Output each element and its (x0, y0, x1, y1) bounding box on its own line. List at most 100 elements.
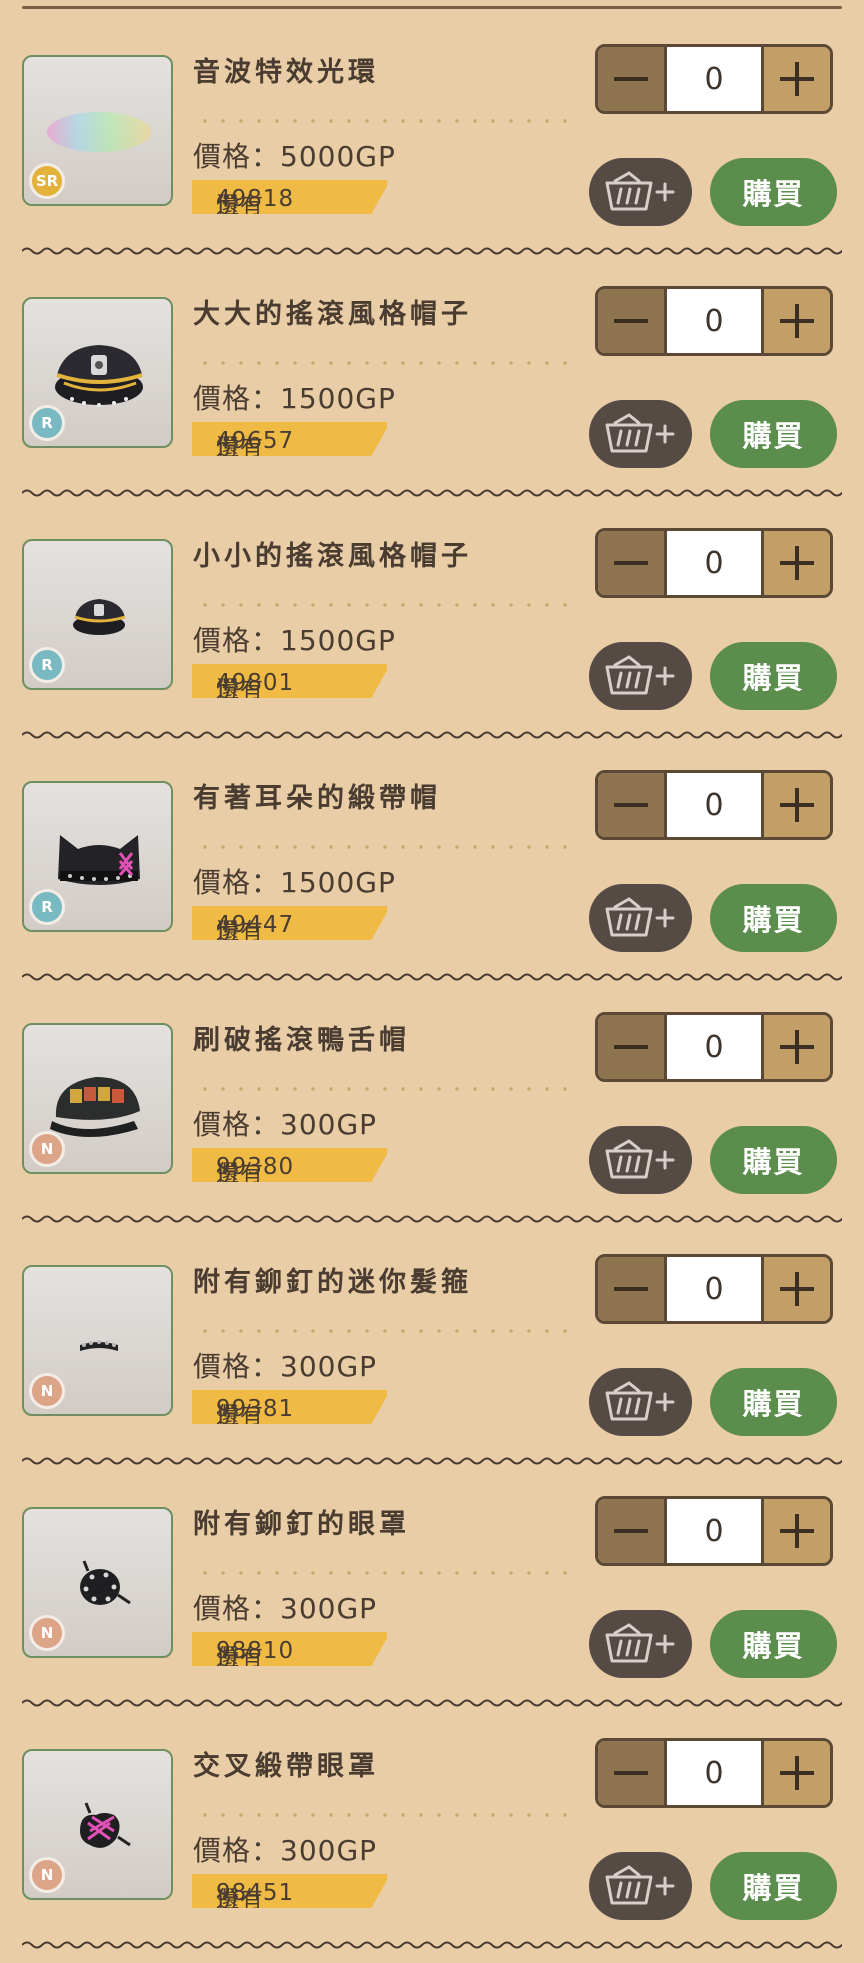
decrease-button[interactable] (598, 773, 667, 837)
decrease-button[interactable] (598, 1741, 667, 1805)
item-name: 附有鉚釘的眼罩 (193, 1509, 410, 1540)
add-to-cart-button[interactable] (589, 884, 692, 952)
quantity-stepper: 0 (595, 286, 833, 356)
dotted-separator (196, 1571, 576, 1575)
buy-button[interactable]: 購買 (710, 1610, 837, 1678)
increase-button[interactable] (761, 47, 830, 111)
quantity-value[interactable]: 0 (667, 1015, 761, 1079)
plus-icon (780, 1756, 814, 1790)
item-name: 刷破搖滾鴨舌帽 (193, 1025, 410, 1056)
add-to-cart-button[interactable] (589, 1368, 692, 1436)
basket-add-icon (605, 655, 675, 695)
decrease-button[interactable] (598, 289, 667, 353)
add-to-cart-button[interactable] (589, 1852, 692, 1920)
quantity-stepper: 0 (595, 770, 833, 840)
increase-button[interactable] (761, 1015, 830, 1079)
buy-button[interactable]: 購買 (710, 158, 837, 226)
buy-button[interactable]: 購買 (710, 1368, 837, 1436)
rarity-badge: R (29, 889, 65, 925)
dotted-separator (196, 1329, 576, 1333)
buy-button[interactable]: 購買 (710, 1852, 837, 1920)
quantity-stepper: 0 (595, 1012, 833, 1082)
buy-button[interactable]: 購買 (710, 400, 837, 468)
item-price: 價格：1500GP (193, 624, 396, 657)
basket-add-icon (605, 1139, 675, 1179)
quantity-value[interactable]: 0 (667, 773, 761, 837)
item-thumbnail[interactable]: R (22, 297, 173, 448)
quantity-value[interactable]: 0 (667, 1257, 761, 1321)
add-to-cart-button[interactable] (589, 158, 692, 226)
decrease-button[interactable] (598, 1257, 667, 1321)
plus-icon (780, 1272, 814, 1306)
plus-icon (780, 304, 814, 338)
buy-button[interactable]: 購買 (710, 642, 837, 710)
stock-tag: 還有 98810 份 (192, 1632, 387, 1666)
stock-tag: 還有 49447 份 (192, 906, 387, 940)
dotted-separator (196, 1087, 576, 1091)
minus-icon (614, 77, 648, 81)
increase-button[interactable] (761, 773, 830, 837)
basket-add-icon (605, 1623, 675, 1663)
buy-button[interactable]: 購買 (710, 884, 837, 952)
rarity-badge: N (29, 1857, 65, 1893)
wave-divider (22, 1941, 842, 1949)
item-name: 附有鉚釘的迷你髮箍 (193, 1267, 472, 1298)
item-price: 價格：300GP (193, 1592, 378, 1625)
item-price: 價格：5000GP (193, 140, 396, 173)
item-thumbnail[interactable]: R (22, 781, 173, 932)
decrease-button[interactable] (598, 531, 667, 595)
quantity-value[interactable]: 0 (667, 47, 761, 111)
quantity-stepper: 0 (595, 1254, 833, 1324)
item-thumbnail[interactable]: N (22, 1265, 173, 1416)
increase-button[interactable] (761, 1499, 830, 1563)
rarity-badge: R (29, 405, 65, 441)
plus-icon (780, 788, 814, 822)
quantity-stepper: 0 (595, 528, 833, 598)
decrease-button[interactable] (598, 1015, 667, 1079)
dotted-separator (196, 1813, 576, 1817)
plus-icon (780, 1030, 814, 1064)
add-to-cart-button[interactable] (589, 400, 692, 468)
shop-item: R 大大的搖滾風格帽子 價格：1500GP 還有 49657 份 0 購買 (0, 242, 864, 497)
quantity-stepper: 0 (595, 1496, 833, 1566)
increase-button[interactable] (761, 531, 830, 595)
quantity-value[interactable]: 0 (667, 531, 761, 595)
quantity-value[interactable]: 0 (667, 289, 761, 353)
item-thumbnail[interactable]: N (22, 1023, 173, 1174)
shop-item: N 刷破搖滾鴨舌帽 價格：300GP 還有 99380 份 0 購買 (0, 968, 864, 1223)
shop-item: R 有著耳朵的緞帶帽 價格：1500GP 還有 49447 份 0 購買 (0, 726, 864, 981)
item-name: 有著耳朵的緞帶帽 (193, 783, 441, 814)
quantity-stepper: 0 (595, 44, 833, 114)
item-thumbnail[interactable]: SR (22, 55, 173, 206)
item-name: 交叉緞帶眼罩 (193, 1751, 379, 1782)
dotted-separator (196, 603, 576, 607)
decrease-button[interactable] (598, 47, 667, 111)
item-thumbnail[interactable]: N (22, 1507, 173, 1658)
plus-icon (780, 62, 814, 96)
item-price: 價格：300GP (193, 1350, 378, 1383)
increase-button[interactable] (761, 1257, 830, 1321)
rarity-badge: SR (29, 163, 65, 199)
stock-tag: 還有 99380 份 (192, 1148, 387, 1182)
buy-button[interactable]: 購買 (710, 1126, 837, 1194)
dotted-separator (196, 845, 576, 849)
quantity-value[interactable]: 0 (667, 1499, 761, 1563)
stock-tag: 還有 99381 份 (192, 1390, 387, 1424)
basket-add-icon (605, 897, 675, 937)
item-thumbnail[interactable]: N (22, 1749, 173, 1900)
increase-button[interactable] (761, 1741, 830, 1805)
shop-item: N 交叉緞帶眼罩 價格：300GP 還有 98451 份 0 購買 (0, 1694, 864, 1949)
shop-item: N 附有鉚釘的眼罩 價格：300GP 還有 98810 份 0 購買 (0, 1452, 864, 1707)
add-to-cart-button[interactable] (589, 1126, 692, 1194)
stock-tag: 還有 98451 份 (192, 1874, 387, 1908)
shop-item: R 小小的搖滾風格帽子 價格：1500GP 還有 49801 份 0 購買 (0, 484, 864, 739)
add-to-cart-button[interactable] (589, 642, 692, 710)
rarity-badge: R (29, 647, 65, 683)
quantity-value[interactable]: 0 (667, 1741, 761, 1805)
item-thumbnail[interactable]: R (22, 539, 173, 690)
decrease-button[interactable] (598, 1499, 667, 1563)
increase-button[interactable] (761, 289, 830, 353)
minus-icon (614, 1529, 648, 1533)
add-to-cart-button[interactable] (589, 1610, 692, 1678)
dotted-separator (196, 361, 576, 365)
